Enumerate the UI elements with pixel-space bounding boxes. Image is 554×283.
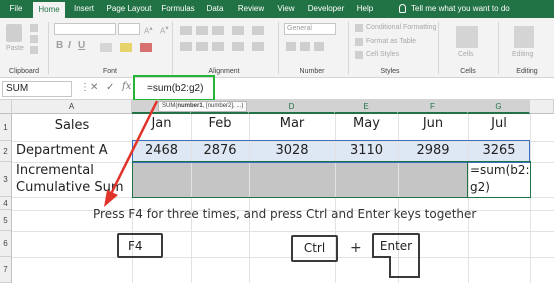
f4-key: F4	[117, 233, 163, 258]
plus-sign: +	[350, 240, 362, 256]
enter-key-lower	[389, 256, 420, 278]
instruction-text: Press F4 for three times, and press Ctrl…	[93, 207, 477, 221]
enter-key: Enter	[372, 233, 420, 258]
annotation-arrow-icon	[104, 100, 159, 207]
ctrl-key: Ctrl	[291, 235, 338, 262]
enter-key-step	[372, 256, 391, 258]
